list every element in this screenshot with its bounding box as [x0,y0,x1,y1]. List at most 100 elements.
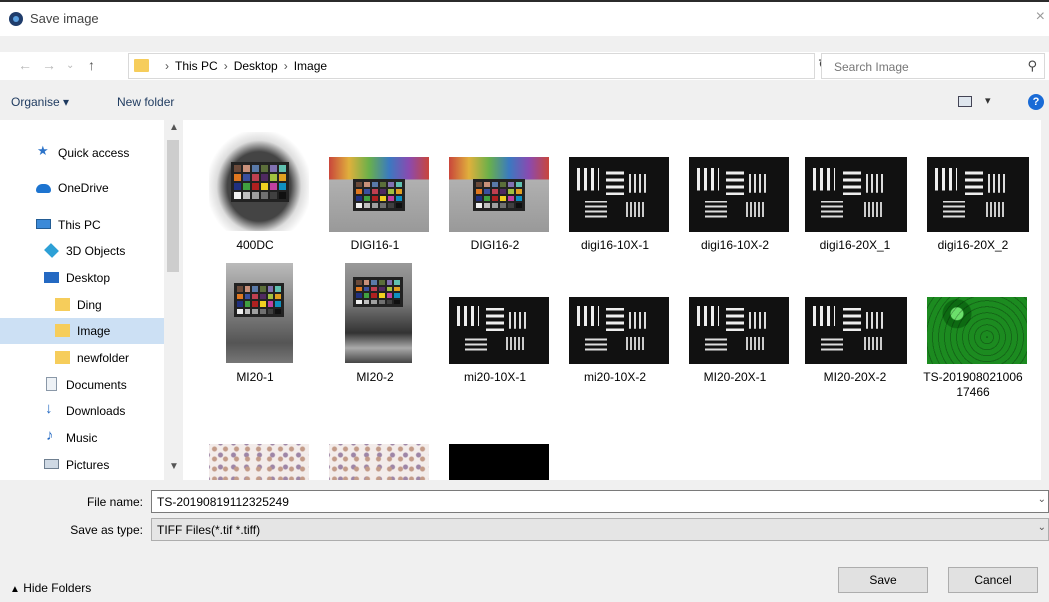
sidebar-item-label: This PC [58,218,101,232]
file-item[interactable]: digi16-20X_1 [796,130,914,260]
file-view-scrollbar[interactable] [1041,120,1049,480]
breadcrumb-image[interactable]: Image [294,59,327,73]
sidebar-item-documents[interactable]: Documents [0,372,164,398]
view-mode-icon[interactable] [958,96,972,107]
breadcrumb-desktop[interactable]: Desktop [234,59,278,73]
navigation-scrollbar[interactable]: ▲ ▼ [164,120,182,480]
sidebar-item-pictures[interactable]: Pictures [0,452,164,478]
breadcrumb-this-pc[interactable]: This PC [175,59,218,73]
sidebar-item-label: Pictures [66,458,110,472]
file-thumbnail [805,297,907,364]
file-name: MI20-2 [356,370,394,384]
file-item[interactable]: MI20-20X-2 [796,260,914,410]
folder-icon [134,59,149,72]
file-item[interactable]: mi20-10X-1 [436,260,554,410]
breadcrumb-separator: › [165,59,169,73]
breadcrumb-separator: › [223,59,228,73]
navigation-pane: ★ Quick access OneDrive This PC 3D Objec… [0,120,182,480]
new-folder-button[interactable]: New folder [117,95,174,109]
sidebar-item-newfolder[interactable]: newfolder [0,345,164,371]
save-type-value: TIFF Files(*.tif *.tiff) [157,523,261,537]
color-chart-grid [473,179,525,211]
command-bar: Organise ▾ New folder ▾ ? [0,88,1049,118]
chevron-down-icon[interactable]: ⌄ [1038,494,1046,505]
hide-folders-button[interactable]: ▲ Hide Folders [10,581,91,595]
file-thumbnail [345,263,412,363]
file-item[interactable] [196,440,314,480]
save-button[interactable]: Save [838,567,928,593]
file-item[interactable]: MI20-20X-1 [676,260,794,410]
file-thumbnail [449,444,549,480]
desktop-icon [44,272,59,283]
file-item[interactable]: TS-201908021006 17466 [914,260,1032,410]
scroll-down-icon[interactable]: ▼ [169,461,179,472]
file-name: DIGI16-1 [350,238,400,252]
file-item[interactable]: digi16-10X-2 [676,130,794,260]
file-item[interactable]: 400DC [196,130,314,260]
forward-arrow-icon[interactable]: → [42,57,56,73]
search-placeholder: Search Image [834,60,909,74]
file-item[interactable]: digi16-10X-1 [556,130,674,260]
close-icon[interactable]: × [1036,8,1045,26]
sidebar-item-label: Quick access [58,146,130,160]
file-item[interactable]: MI20-1 [196,260,314,410]
save-form: File name: TS-20190819112325249 ⌄ Save a… [0,480,1049,602]
sidebar-item-quick-access[interactable]: ★ Quick access [0,140,164,166]
sidebar-item-label: OneDrive [58,181,109,195]
sidebar-item-music[interactable]: ♪ Music [0,425,164,451]
download-icon: ↓ [45,400,53,417]
file-name: mi20-10X-1 [463,370,527,384]
file-thumbnail [449,297,549,364]
file-thumbnail [927,157,1029,232]
breadcrumb-separator: › [283,59,288,73]
file-item[interactable]: DIGI16-2 [436,130,554,260]
folder-icon [55,351,70,364]
file-item[interactable] [436,440,554,480]
sidebar-item-this-pc[interactable]: This PC [0,212,164,238]
sidebar-item-onedrive[interactable]: OneDrive [0,175,164,201]
save-type-select[interactable]: TIFF Files(*.tif *.tiff) ⌄ [151,518,1049,541]
address-bar[interactable]: ›This PC›Desktop›Image ⌄ [128,53,929,79]
file-name: MI20-1 [236,370,274,384]
save-type-label: Save as type: [70,523,143,537]
file-item[interactable]: mi20-10X-2 [556,260,674,410]
sidebar-item-desktop[interactable]: Desktop [0,265,164,291]
sidebar-item-ding[interactable]: Ding [0,292,164,318]
sidebar-item-downloads[interactable]: ↓ Downloads [0,398,164,424]
cancel-button[interactable]: Cancel [948,567,1038,593]
recent-locations-icon[interactable]: ⌄ [66,60,74,71]
file-item[interactable]: digi16-20X_2 [914,130,1032,260]
file-thumbnail [689,297,789,364]
sidebar-item-image[interactable]: Image [0,318,164,344]
file-thumbnail [449,157,549,232]
file-name-value: TS-20190819112325249 [157,495,289,509]
back-arrow-icon[interactable]: ← [18,57,32,73]
file-name: digi16-10X-1 [580,238,650,252]
folder-icon [55,298,70,311]
sidebar-item-label: Music [66,431,98,445]
scrollbar-thumb[interactable] [167,140,179,272]
up-arrow-icon[interactable]: ↑ [88,57,95,73]
file-thumbnail [569,297,669,364]
sidebar-item-label: Desktop [66,271,111,285]
chevron-down-icon[interactable]: ⌄ [1038,522,1046,533]
search-input[interactable]: Search Image ⚲ [821,53,1045,79]
organise-button[interactable]: Organise ▾ [11,95,69,109]
file-name: mi20-10X-2 [583,370,647,384]
sidebar-item-label: Documents [66,378,127,392]
sidebar-item-3d-objects[interactable]: 3D Objects [0,238,164,264]
file-thumbnail [927,297,1027,364]
file-name: DIGI16-2 [470,238,520,252]
file-item[interactable]: MI20-2 [316,260,434,410]
color-chart-grid [231,162,289,202]
file-item[interactable] [316,440,434,480]
color-chart-grid [234,283,284,317]
sidebar-item-label: Ding [77,298,102,312]
help-icon[interactable]: ? [1028,94,1044,110]
view-options-chevron-icon[interactable]: ▾ [985,94,991,107]
color-chart-grid [353,277,403,307]
scroll-up-icon[interactable]: ▲ [169,122,179,133]
file-name-field[interactable]: TS-20190819112325249 ⌄ [151,490,1049,513]
search-icon[interactable]: ⚲ [1027,58,1037,74]
file-item[interactable]: DIGI16-1 [316,130,434,260]
